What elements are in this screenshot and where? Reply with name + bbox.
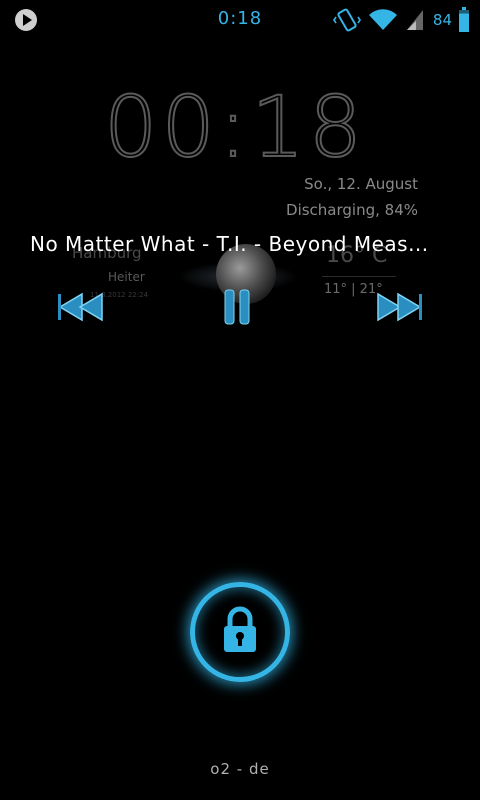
pause-button[interactable] <box>222 288 252 326</box>
battery-status: Discharging, 84% <box>286 201 418 219</box>
weather-condition: Heiter <box>108 270 145 284</box>
cell-signal-icon <box>406 10 423 30</box>
lock-icon[interactable] <box>220 606 260 654</box>
wifi-icon <box>368 9 397 31</box>
lock-date: So., 12. August <box>304 175 418 193</box>
lock-clock: 00:18 <box>103 77 367 177</box>
battery-percent: 84 <box>432 11 452 29</box>
carrier-label: o2 - de <box>210 760 270 778</box>
weather-divider <box>322 276 396 277</box>
next-track-button[interactable] <box>374 290 424 324</box>
previous-track-button[interactable] <box>56 290 106 324</box>
song-title: No Matter What - T.I. - Beyond Meas... <box>30 232 429 256</box>
lockscreen: 0:18 84 00:18 So., 12. August Dischargin… <box>0 0 480 800</box>
status-icons: 84 <box>332 6 470 34</box>
status-bar: 0:18 84 <box>0 0 480 38</box>
vibrate-icon <box>332 8 361 32</box>
battery-icon <box>459 7 469 32</box>
